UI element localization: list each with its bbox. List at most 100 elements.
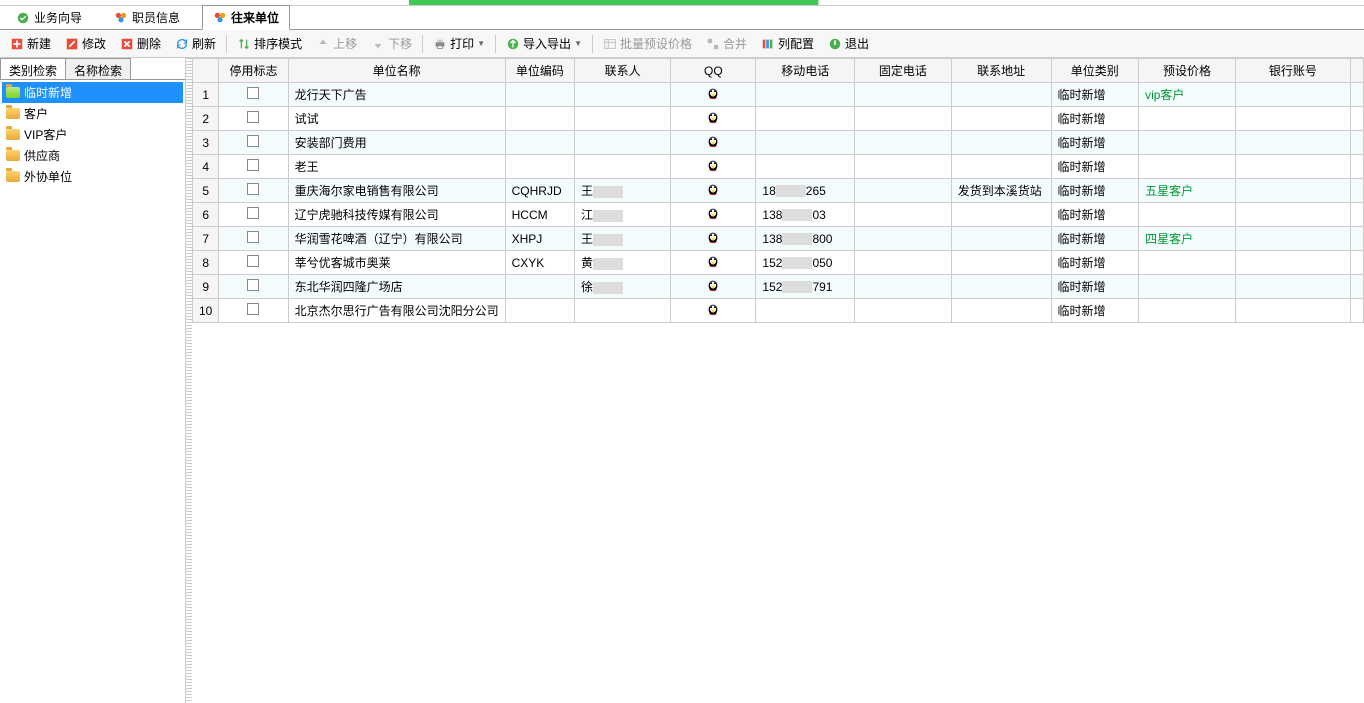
qq-icon[interactable] (706, 305, 720, 319)
col-header[interactable]: QQ (671, 59, 756, 83)
sidebar-tabs: 类别检索 名称检索 (0, 58, 185, 80)
cell-name: 老王 (288, 155, 505, 179)
table-row[interactable]: 10北京杰尔思行广告有限公司沈阳分公司临时新增 (193, 299, 1364, 323)
cell-qq (671, 227, 756, 251)
checkbox[interactable] (247, 207, 259, 219)
col-header[interactable]: 固定电话 (855, 59, 952, 83)
tree-item[interactable]: 客户 (2, 103, 183, 124)
qq-icon[interactable] (706, 281, 720, 295)
col-header[interactable]: 银行账号 (1235, 59, 1350, 83)
qq-icon[interactable] (706, 185, 720, 199)
cell-bank (1235, 131, 1350, 155)
import-icon (506, 37, 520, 51)
table-row[interactable]: 9东北华润四隆广场店徐152791临时新增 (193, 275, 1364, 299)
import-button[interactable]: 导入导出▼ (500, 32, 588, 55)
checkbox[interactable] (247, 231, 259, 243)
col-header[interactable]: 停用标志 (219, 59, 288, 83)
qq-icon[interactable] (706, 113, 720, 127)
col-header[interactable]: 单位编码 (505, 59, 574, 83)
table-row[interactable]: 7华润雪花啤酒（辽宁）有限公司XHPJ王138800临时新增四星客户 (193, 227, 1364, 251)
cell-mobile: 152050 (756, 251, 855, 275)
btn-label: 打印 (450, 35, 474, 52)
tab-nav[interactable]: 业务向导 (6, 6, 92, 29)
moveup-button[interactable]: 上移 (310, 32, 363, 55)
cell-tel (855, 275, 952, 299)
table-row[interactable]: 4老王临时新增 (193, 155, 1364, 179)
tree-item[interactable]: 临时新增 (2, 82, 183, 103)
table-row[interactable]: 2试试临时新增 (193, 107, 1364, 131)
cell-cat: 临时新增 (1051, 155, 1139, 179)
batch-button[interactable]: 批量预设价格 (597, 32, 698, 55)
cell-spacer (1351, 83, 1364, 107)
side-tab-category[interactable]: 类别检索 (0, 58, 66, 79)
cell-qq (671, 131, 756, 155)
table-row[interactable]: 5重庆海尔家电销售有限公司CQHRJD王18265发货到本溪货站临时新增五星客户 (193, 179, 1364, 203)
cell-qq (671, 155, 756, 179)
toolbar: 新建 修改 删除 刷新 排序模式 上移 下移 打印▼ 导入导出▼ 批量预设价格 … (0, 30, 1364, 58)
cell-rownum: 10 (193, 299, 219, 323)
tree-item[interactable]: 供应商 (2, 145, 183, 166)
col-header[interactable]: 单位名称 (288, 59, 505, 83)
qq-icon[interactable] (706, 89, 720, 103)
btn-label: 下移 (388, 35, 412, 52)
col-rownum[interactable] (193, 59, 219, 83)
btn-label: 合并 (723, 35, 747, 52)
cell-contact: 徐 (575, 275, 671, 299)
col-header[interactable]: 预设价格 (1139, 59, 1236, 83)
movedown-button[interactable]: 下移 (365, 32, 418, 55)
tab-staff[interactable]: 职员信息 (104, 6, 190, 29)
qq-icon[interactable] (706, 209, 720, 223)
merge-button[interactable]: 合并 (700, 32, 753, 55)
cell-cat: 临时新增 (1051, 227, 1139, 251)
qq-icon[interactable] (706, 233, 720, 247)
checkbox[interactable] (247, 159, 259, 171)
sort-button[interactable]: 排序模式 (231, 32, 308, 55)
cell-cat: 临时新增 (1051, 107, 1139, 131)
tree-item[interactable]: VIP客户 (2, 124, 183, 145)
cell-disable (219, 179, 288, 203)
table-row[interactable]: 6辽宁虎驰科技传媒有限公司HCCM江13803临时新增 (193, 203, 1364, 227)
checkbox[interactable] (247, 255, 259, 267)
checkbox[interactable] (247, 303, 259, 315)
refresh-button[interactable]: 刷新 (169, 32, 222, 55)
qq-icon[interactable] (706, 257, 720, 271)
cell-contact (575, 131, 671, 155)
separator (422, 35, 423, 53)
checkbox[interactable] (247, 111, 259, 123)
tab-units[interactable]: 往来单位 (202, 5, 290, 30)
edit-button[interactable]: 修改 (59, 32, 112, 55)
batch-icon (603, 37, 617, 51)
delete-button[interactable]: 删除 (114, 32, 167, 55)
qq-icon[interactable] (706, 161, 720, 175)
cell-bank (1235, 227, 1350, 251)
checkbox[interactable] (247, 279, 259, 291)
qq-icon[interactable] (706, 137, 720, 151)
cell-price: vip客户 (1139, 83, 1236, 107)
side-tab-name[interactable]: 名称检索 (65, 58, 131, 79)
tree-item[interactable]: 外协单位 (2, 166, 183, 187)
col-header[interactable]: 单位类别 (1051, 59, 1139, 83)
col-header[interactable]: 联系地址 (951, 59, 1051, 83)
btn-label: 上移 (333, 35, 357, 52)
table-row[interactable]: 8莘兮优客城市奥莱CXYK黄152050临时新增 (193, 251, 1364, 275)
checkbox[interactable] (247, 87, 259, 99)
table-row[interactable]: 1龙行天下广告临时新增vip客户 (193, 83, 1364, 107)
checkbox[interactable] (247, 135, 259, 147)
table-row[interactable]: 3安装部门费用临时新增 (193, 131, 1364, 155)
cell-name: 重庆海尔家电销售有限公司 (288, 179, 505, 203)
cell-qq (671, 275, 756, 299)
columns-button[interactable]: 列配置 (755, 32, 820, 55)
cell-cat: 临时新增 (1051, 299, 1139, 323)
col-header[interactable]: 联系人 (575, 59, 671, 83)
checkbox[interactable] (247, 183, 259, 195)
cell-rownum: 3 (193, 131, 219, 155)
cell-rownum: 9 (193, 275, 219, 299)
col-header[interactable]: 移动电话 (756, 59, 855, 83)
down-icon (371, 37, 385, 51)
print-button[interactable]: 打印▼ (427, 32, 491, 55)
exit-button[interactable]: 退出 (822, 32, 875, 55)
new-button[interactable]: 新建 (4, 32, 57, 55)
cell-price (1139, 251, 1236, 275)
cell-contact: 黄 (575, 251, 671, 275)
cell-bank (1235, 251, 1350, 275)
